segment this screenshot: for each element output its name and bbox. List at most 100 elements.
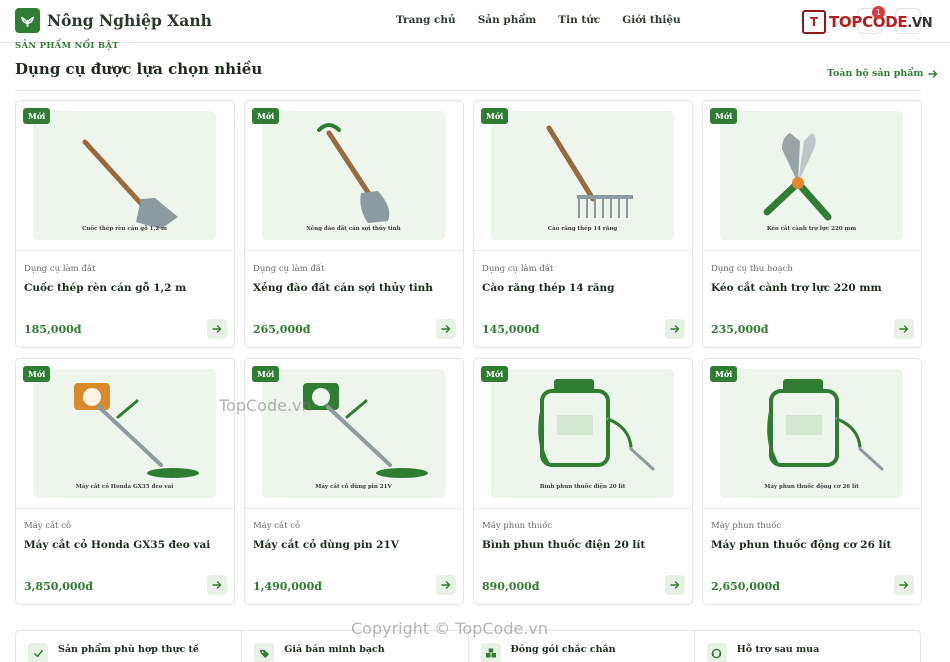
- add-to-cart-button[interactable]: [894, 575, 914, 595]
- feature-item: Hỗ trợ sau mua: [695, 631, 920, 662]
- product-price: 2,650,000đ: [711, 580, 780, 593]
- new-badge: Mới: [252, 108, 280, 124]
- product-image-caption: Xẻng đào đất cán sợi thủy tinh: [306, 226, 401, 232]
- section-title: Dụng cụ được lựa chọn nhiều: [15, 60, 263, 78]
- new-badge: Mới: [481, 108, 509, 124]
- product-category: Máy phun thuốc: [711, 521, 782, 531]
- product-card[interactable]: Máy cắt cỏ Honda GX35 đeo vai Mới Máy cắ…: [15, 358, 235, 605]
- product-name[interactable]: Cuốc thép rèn cán gỗ 1,2 m: [24, 282, 186, 294]
- arrow-right-icon: [670, 581, 680, 589]
- arrow-right-icon: [670, 325, 680, 333]
- shovel-icon: [317, 123, 390, 223]
- nav-about[interactable]: Giới thiệu: [622, 14, 680, 26]
- product-image: Máy cắt cỏ dùng pin 21V: [262, 369, 445, 498]
- product-grid-row-2: Máy cắt cỏ Honda GX35 đeo vai Mới Máy cắ…: [15, 358, 922, 605]
- product-name[interactable]: Bình phun thuốc điện 20 lít: [482, 539, 645, 551]
- new-badge: Mới: [23, 108, 51, 124]
- tag-icon: [254, 643, 275, 662]
- product-card[interactable]: Xẻng đào đất cán sợi thủy tinh Mới Dụng …: [244, 100, 464, 348]
- product-name[interactable]: Máy cắt cỏ dùng pin 21V: [253, 539, 399, 551]
- add-to-cart-button[interactable]: [665, 575, 685, 595]
- product-image: Cuốc thép rèn cán gỗ 1,2 m: [33, 111, 216, 240]
- add-to-cart-button[interactable]: [436, 575, 456, 595]
- product-name[interactable]: Máy cắt cỏ Honda GX35 đeo vai: [24, 539, 210, 551]
- product-image: Xẻng đào đất cán sợi thủy tinh: [262, 111, 445, 240]
- product-image-caption: Kéo cắt cành trợ lực 220 mm: [766, 226, 857, 232]
- section-eyebrow: SẢN PHẨM NỔI BẬT: [15, 41, 119, 51]
- product-category: Máy cắt cỏ: [24, 521, 72, 531]
- brand-name: Nông Nghiệp Xanh: [47, 11, 212, 30]
- nav-products[interactable]: Sản phẩm: [478, 14, 537, 26]
- section-divider: [15, 90, 921, 91]
- product-image-caption: Cuốc thép rèn cán gỗ 1,2 m: [82, 226, 167, 232]
- product-image: Máy cắt cỏ Honda GX35 đeo vai: [33, 369, 216, 498]
- product-image-caption: Máy cắt cỏ dùng pin 21V: [315, 484, 392, 490]
- product-card[interactable]: Cào răng thép 14 răng Mới Dụng cụ làm đấ…: [473, 100, 693, 348]
- brand[interactable]: Nông Nghiệp Xanh: [15, 8, 212, 33]
- product-category: Dụng cụ làm đất: [24, 264, 96, 274]
- topcode-logo-text: TOPCODE: [829, 13, 908, 31]
- check-icon: [28, 643, 48, 662]
- add-to-cart-button[interactable]: [207, 319, 227, 339]
- new-badge: Mới: [710, 108, 738, 124]
- add-to-cart-button[interactable]: [665, 319, 685, 339]
- nav-news[interactable]: Tin tức: [558, 14, 600, 26]
- arrow-right-icon: [899, 325, 909, 333]
- support-icon: [706, 643, 727, 662]
- product-grid: Cuốc thép rèn cán gỗ 1,2 m Mới Dụng cụ l…: [15, 100, 922, 348]
- product-price: 890,000đ: [482, 580, 540, 593]
- pruning-shears-icon: [763, 133, 832, 221]
- add-to-cart-button[interactable]: [207, 575, 227, 595]
- arrow-right-icon: [899, 581, 909, 589]
- product-price: 3,850,000đ: [24, 580, 93, 593]
- product-name[interactable]: Cào răng thép 14 răng: [482, 282, 615, 294]
- product-image-caption: Bình phun thuốc điện 20 lít: [539, 484, 626, 490]
- product-card[interactable]: Máy cắt cỏ dùng pin 21V Mới Máy cắt cỏ M…: [244, 358, 464, 605]
- product-image-caption: Máy cắt cỏ Honda GX35 đeo vai: [75, 484, 174, 490]
- cart-count-badge: 1: [872, 6, 885, 19]
- feature-item: Đóng gói chắc chắn: [469, 631, 695, 662]
- product-image: Kéo cắt cành trợ lực 220 mm: [720, 111, 903, 240]
- leaf-icon: [15, 8, 40, 33]
- arrow-right-icon: [441, 325, 451, 333]
- view-all-link[interactable]: Toàn bộ sản phẩm: [827, 68, 938, 79]
- add-to-cart-button[interactable]: [894, 319, 914, 339]
- sprayer-icon: [538, 379, 655, 471]
- battery-trimmer-icon: [303, 383, 428, 478]
- nav-home[interactable]: Trang chủ: [396, 14, 456, 26]
- product-image: Máy phun thuốc động cơ 26 lít: [720, 369, 903, 498]
- product-card[interactable]: Máy phun thuốc động cơ 26 lít Mới Máy ph…: [702, 358, 922, 605]
- product-category: Dụng cụ thu hoạch: [711, 264, 793, 274]
- product-name[interactable]: Kéo cắt cành trợ lực 220 mm: [711, 282, 882, 294]
- main-nav: Trang chủ Sản phẩm Tin tức Giới thiệu: [396, 14, 681, 26]
- add-to-cart-button[interactable]: [436, 319, 456, 339]
- product-card[interactable]: Bình phun thuốc điện 20 lít Mới Máy phun…: [473, 358, 693, 605]
- product-name[interactable]: Máy phun thuốc động cơ 26 lít: [711, 539, 891, 551]
- product-category: Dụng cụ làm đất: [253, 264, 325, 274]
- product-price: 185,000đ: [24, 323, 82, 336]
- product-name[interactable]: Xẻng đào đất cán sợi thủy tinh: [253, 282, 433, 294]
- features-strip: Sản phẩm phù hợp thực tế Giá bán minh bạ…: [15, 630, 921, 662]
- product-card[interactable]: Cuốc thép rèn cán gỗ 1,2 m Mới Dụng cụ l…: [15, 100, 235, 348]
- feature-label: Đóng gói chắc chắn: [510, 644, 616, 655]
- feature-item: Giá bán minh bạch: [242, 631, 469, 662]
- product-price: 145,000đ: [482, 323, 540, 336]
- product-card[interactable]: Kéo cắt cành trợ lực 220 mm Mới Dụng cụ …: [702, 100, 922, 348]
- feature-label: Giá bán minh bạch: [284, 644, 385, 655]
- product-price: 265,000đ: [253, 323, 311, 336]
- arrow-right-icon: [928, 69, 938, 78]
- new-badge: Mới: [252, 366, 280, 382]
- product-category: Dụng cụ làm đất: [482, 264, 554, 274]
- arrow-right-icon: [212, 325, 222, 333]
- feature-label: Sản phẩm phù hợp thực tế: [58, 644, 199, 655]
- product-category: Máy phun thuốc: [482, 521, 553, 531]
- product-price: 235,000đ: [711, 323, 769, 336]
- sprayer-icon: [767, 379, 884, 471]
- new-badge: Mới: [710, 366, 738, 382]
- view-all-label: Toàn bộ sản phẩm: [827, 68, 924, 79]
- feature-label: Hỗ trợ sau mua: [736, 644, 820, 655]
- product-price: 1,490,000đ: [253, 580, 322, 593]
- site-header: Nông Nghiệp Xanh Trang chủ Sản phẩm Tin …: [0, 0, 950, 43]
- product-image-caption: Cào răng thép 14 răng: [547, 226, 618, 232]
- product-category: Máy cắt cỏ: [253, 521, 301, 531]
